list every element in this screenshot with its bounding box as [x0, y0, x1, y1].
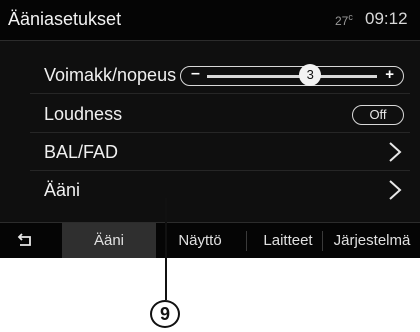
callout-leader-line: [165, 198, 167, 300]
bal-fad-label: BAL/FAD: [44, 142, 119, 162]
volume-speed-row: Voimakk/nopeus – 3 +: [0, 58, 420, 94]
row-divider: [30, 93, 410, 94]
sound-label: Ääni: [44, 180, 81, 200]
back-arrow-icon[interactable]: [14, 233, 34, 249]
loudness-toggle[interactable]: Off: [352, 105, 404, 125]
bal-fad-row[interactable]: BAL/FAD: [0, 135, 420, 171]
clock: 09:12: [365, 9, 408, 28]
slider-track: [207, 75, 377, 78]
row-divider: [30, 132, 410, 133]
tab-divider: [322, 231, 323, 251]
page-title: Ääniasetukset: [8, 9, 122, 29]
audio-settings-screen: Ääniasetukset 27c 09:12 Voimakk/nopeus –…: [0, 0, 420, 258]
volume-speed-slider[interactable]: – 3 +: [180, 64, 404, 86]
tab-divider: [246, 231, 247, 251]
slider-knob[interactable]: 3: [299, 64, 322, 86]
chevron-right-icon: [389, 180, 402, 200]
slider-minus-button[interactable]: –: [191, 65, 200, 83]
slider-plus-button[interactable]: +: [385, 66, 394, 83]
loudness-row[interactable]: Loudness Off: [0, 97, 420, 133]
volume-speed-label: Voimakk/nopeus: [44, 65, 177, 85]
chevron-right-icon: [389, 142, 402, 162]
tab-bar: Ääni Näyttö Laitteet Järjestelmä: [0, 222, 420, 258]
sound-row[interactable]: Ääni: [0, 173, 420, 209]
callout-number-badge: 9: [150, 300, 180, 328]
title-bar: Ääniasetukset 27c 09:12: [0, 0, 420, 41]
tab-sound[interactable]: Ääni: [62, 223, 156, 258]
tab-display[interactable]: Näyttö: [160, 223, 240, 258]
temperature-readout: 27c: [335, 12, 353, 28]
tab-system[interactable]: Järjestelmä: [324, 223, 420, 258]
loudness-label: Loudness: [44, 104, 123, 124]
row-divider: [30, 170, 410, 171]
tab-devices[interactable]: Laitteet: [250, 223, 326, 258]
